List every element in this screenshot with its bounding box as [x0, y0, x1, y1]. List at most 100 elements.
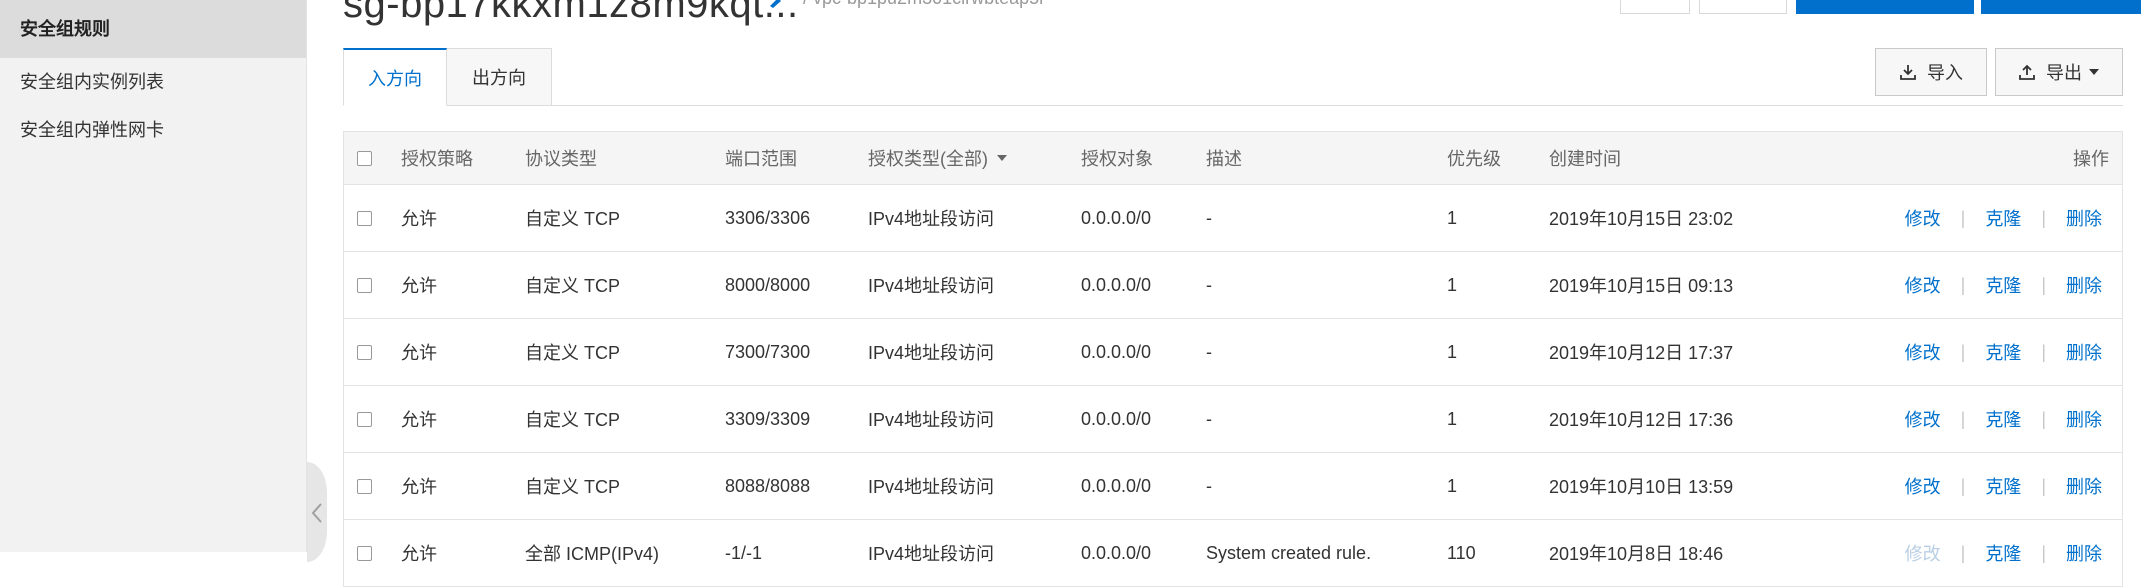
cell-policy: 允许: [401, 276, 437, 296]
table-header-row: 授权策略 协议类型 端口范围 授权类型(全部) 授权对象 描述 优先级 创建时间…: [344, 132, 2122, 185]
edit-link[interactable]: 修改: [1905, 540, 1941, 566]
row-actions: 修改 | 克隆 | 删除: [1905, 319, 2102, 385]
sidebar-item-label: 安全组内弹性网卡: [20, 120, 164, 140]
row-checkbox[interactable]: [357, 277, 372, 293]
edit-link[interactable]: 修改: [1905, 339, 1941, 365]
header-primary-button-1[interactable]: [1796, 0, 1974, 14]
row-actions: 修改 | 克隆 | 删除: [1905, 386, 2102, 452]
delete-link[interactable]: 删除: [2066, 406, 2102, 432]
table-row: 允许 全部 ICMP(IPv4) -1/-1 IPv4地址段访问 0.0.0.0…: [344, 520, 2122, 587]
cell-created: 2019年10月12日 17:37: [1549, 343, 1734, 363]
col-auth-type-label: 授权类型(全部): [868, 149, 988, 169]
cell-target: 0.0.0.0/0: [1081, 542, 1152, 563]
cell-desc: -: [1206, 274, 1212, 295]
col-ops: 操作: [2073, 149, 2109, 169]
row-select-cell: [357, 520, 372, 586]
import-button[interactable]: 导入: [1875, 48, 1987, 96]
import-label: 导入: [1927, 63, 1963, 83]
row-select-cell: [357, 319, 372, 385]
tab-label: 入方向: [368, 69, 422, 89]
col-auth-type[interactable]: 授权类型(全部): [868, 132, 1008, 184]
delete-link[interactable]: 删除: [2066, 540, 2102, 566]
table-row: 允许 自定义 TCP 8088/8088 IPv4地址段访问 0.0.0.0/0…: [344, 453, 2122, 520]
cell-auth-type: IPv4地址段访问: [868, 477, 995, 497]
sidebar-item-enis[interactable]: 安全组内弹性网卡: [0, 106, 306, 154]
vpc-link[interactable]: / vpc-bp1pu2m301clrwbteap5r: [803, 0, 1045, 9]
cell-priority: 1: [1447, 408, 1458, 429]
action-separator: |: [2041, 274, 2046, 295]
tab-outbound[interactable]: 出方向: [447, 48, 552, 106]
row-actions: 修改 | 克隆 | 删除: [1905, 185, 2102, 251]
delete-link[interactable]: 删除: [2066, 339, 2102, 365]
row-checkbox[interactable]: [357, 478, 372, 494]
table-row: 允许 自定义 TCP 8000/8000 IPv4地址段访问 0.0.0.0/0…: [344, 252, 2122, 319]
select-all-checkbox[interactable]: [357, 150, 372, 166]
clone-link[interactable]: 克隆: [1985, 540, 2021, 566]
row-checkbox[interactable]: [357, 411, 372, 427]
sidebar-item-rules[interactable]: 安全组规则: [0, 0, 306, 58]
cell-created: 2019年10月8日 18:46: [1549, 544, 1724, 564]
rules-table: 授权策略 协议类型 端口范围 授权类型(全部) 授权对象 描述 优先级 创建时间…: [343, 131, 2123, 587]
clone-link[interactable]: 克隆: [1985, 339, 2021, 365]
cell-policy: 允许: [401, 209, 437, 229]
clone-link[interactable]: 克隆: [1985, 272, 2021, 298]
cell-priority: 1: [1447, 341, 1458, 362]
row-select-cell: [357, 185, 372, 251]
cell-auth-type: IPv4地址段访问: [868, 410, 995, 430]
table-body: 允许 自定义 TCP 3306/3306 IPv4地址段访问 0.0.0.0/0…: [344, 185, 2122, 587]
header-button-1[interactable]: [1620, 0, 1690, 14]
delete-link[interactable]: 删除: [2066, 272, 2102, 298]
sidebar-collapse-handle[interactable]: [307, 462, 327, 562]
cell-port: 8088/8088: [725, 475, 811, 496]
clone-link[interactable]: 克隆: [1985, 406, 2021, 432]
action-separator: |: [2041, 207, 2046, 228]
page-title: sg-bp17kkxm1z8m9kqt...: [343, 0, 799, 26]
tab-inbound[interactable]: 入方向: [343, 48, 447, 106]
export-button[interactable]: 导出: [1995, 48, 2123, 96]
cell-priority: 1: [1447, 274, 1458, 295]
edit-icon[interactable]: [768, 0, 788, 8]
edit-link[interactable]: 修改: [1905, 473, 1941, 499]
cell-created: 2019年10月15日 09:13: [1549, 276, 1734, 296]
clone-link[interactable]: 克隆: [1985, 473, 2021, 499]
edit-link[interactable]: 修改: [1905, 205, 1941, 231]
edit-link[interactable]: 修改: [1905, 406, 1941, 432]
col-priority: 优先级: [1447, 149, 1501, 169]
cell-port: 7300/7300: [725, 341, 811, 362]
cell-auth-type: IPv4地址段访问: [868, 544, 995, 564]
row-actions: 修改 | 克隆 | 删除: [1905, 453, 2102, 519]
action-separator: |: [1960, 207, 1966, 228]
cell-target: 0.0.0.0/0: [1081, 408, 1152, 429]
delete-link[interactable]: 删除: [2066, 205, 2102, 231]
upload-icon: [2019, 64, 2035, 80]
row-checkbox[interactable]: [357, 545, 372, 561]
cell-desc: -: [1206, 341, 1212, 362]
row-select-cell: [357, 386, 372, 452]
header-primary-button-2[interactable]: [1981, 0, 2141, 14]
edit-link[interactable]: 修改: [1905, 272, 1941, 298]
action-separator: |: [2041, 341, 2046, 362]
cell-protocol: 自定义 TCP: [525, 209, 621, 229]
cell-auth-type: IPv4地址段访问: [868, 276, 995, 296]
col-desc: 描述: [1206, 149, 1242, 169]
cell-created: 2019年10月15日 23:02: [1549, 209, 1734, 229]
action-separator: |: [2041, 542, 2046, 563]
cell-target: 0.0.0.0/0: [1081, 475, 1152, 496]
row-checkbox[interactable]: [357, 210, 372, 226]
table-row: 允许 自定义 TCP 3306/3306 IPv4地址段访问 0.0.0.0/0…: [344, 185, 2122, 252]
cell-policy: 允许: [401, 410, 437, 430]
clone-link[interactable]: 克隆: [1985, 205, 2021, 231]
cell-priority: 1: [1447, 207, 1458, 228]
action-separator: |: [1960, 408, 1966, 429]
table-row: 允许 自定义 TCP 7300/7300 IPv4地址段访问 0.0.0.0/0…: [344, 319, 2122, 386]
cell-auth-type: IPv4地址段访问: [868, 209, 995, 229]
header-button-2[interactable]: [1699, 0, 1787, 14]
cell-priority: 1: [1447, 475, 1458, 496]
delete-link[interactable]: 删除: [2066, 473, 2102, 499]
cell-protocol: 自定义 TCP: [525, 276, 621, 296]
row-actions: 修改 | 克隆 | 删除: [1905, 252, 2102, 318]
cell-desc: -: [1206, 475, 1212, 496]
col-policy: 授权策略: [401, 149, 473, 169]
sidebar-item-instances[interactable]: 安全组内实例列表: [0, 58, 306, 106]
row-checkbox[interactable]: [357, 344, 372, 360]
